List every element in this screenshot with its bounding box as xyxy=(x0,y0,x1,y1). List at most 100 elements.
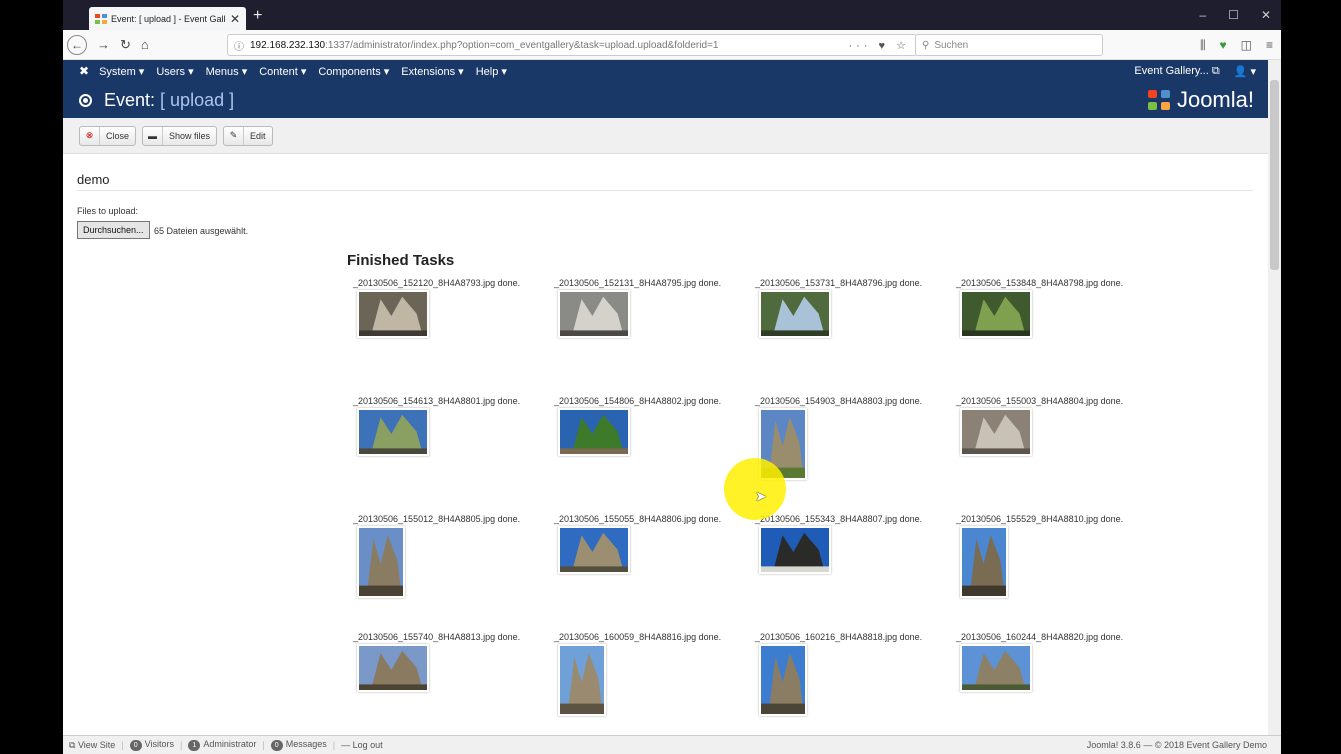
admin-menu: ✖ System ▾ Users ▾ Menus ▾ Content ▾ Com… xyxy=(63,60,1268,82)
admin-menu-right: Event Gallery... ⧉ 👤 ▾ xyxy=(1134,65,1256,78)
cancel-icon: ⊗ xyxy=(80,126,100,145)
task-filename: _20130506_155003_8H4A8804.jpg done. xyxy=(956,396,1124,406)
tab-close-icon[interactable]: ✕ xyxy=(230,12,240,26)
task-item: _20130506_153731_8H4A8796.jpg done. xyxy=(755,278,945,338)
messages-status[interactable]: 0 Messages xyxy=(270,739,327,751)
page-subtitle: [ upload ] xyxy=(160,89,235,110)
browser-tabstrip: Event: [ upload ] - Event Galler ✕ + – ☐… xyxy=(63,0,1281,30)
minimize-icon[interactable]: – xyxy=(1199,8,1206,22)
task-item: _20130506_152131_8H4A8795.jpg done. xyxy=(554,278,744,338)
edit-button[interactable]: ✎ Edit xyxy=(223,125,273,146)
url-path: :1337/administrator/index.php?option=com… xyxy=(325,39,719,51)
task-thumbnail[interactable] xyxy=(960,290,1032,338)
url-bar[interactable]: ⓘ 192.168.232.130 :1337/administrator/in… xyxy=(227,34,917,56)
menu-extensions[interactable]: Extensions ▾ xyxy=(401,65,463,78)
reload-icon[interactable]: ↻ xyxy=(120,37,131,53)
maximize-icon[interactable]: ☐ xyxy=(1228,8,1239,22)
task-thumbnail[interactable] xyxy=(960,526,1008,598)
page-actions-icon[interactable]: ··· ♥ ☆ xyxy=(849,39,911,52)
close-button[interactable]: ⊗ Close xyxy=(79,125,137,146)
menu-system[interactable]: System ▾ xyxy=(99,65,144,78)
library-icon[interactable]: ⫼ xyxy=(1200,38,1206,53)
task-item: _20130506_160216_8H4A8818.jpg done. xyxy=(755,632,945,716)
back-icon[interactable]: ← xyxy=(67,34,87,55)
browser-navbar: ← → ↻ ⌂ ⓘ 192.168.232.130 :1337/administ… xyxy=(63,30,1281,60)
site-link[interactable]: Event Gallery... ⧉ xyxy=(1134,65,1219,78)
menu-users[interactable]: Users ▾ xyxy=(156,65,193,78)
task-item: _20130506_155012_8H4A8805.jpg done. xyxy=(353,514,543,598)
info-icon[interactable]: ⓘ xyxy=(234,38,244,53)
sidebar-icon[interactable]: ◫ xyxy=(1241,38,1252,53)
task-item: _20130506_155740_8H4A8813.jpg done. xyxy=(353,632,543,692)
view-site-link[interactable]: ⧉ View Site xyxy=(69,740,115,751)
folder-name: demo xyxy=(77,172,110,187)
screen: Event: [ upload ] - Event Galler ✕ + – ☐… xyxy=(63,0,1281,754)
show-files-button[interactable]: ▬ Show files xyxy=(142,125,218,146)
task-item: _20130506_155529_8H4A8810.jpg done. xyxy=(956,514,1146,598)
home-icon[interactable]: ⌂ xyxy=(141,37,149,52)
edit-icon: ✎ xyxy=(224,126,245,145)
search-input[interactable]: ⚲ Suchen xyxy=(915,34,1103,56)
joomla-menu-logo-icon[interactable]: ✖ xyxy=(79,64,89,78)
user-menu[interactable]: 👤 ▾ xyxy=(1234,65,1256,78)
new-tab-icon[interactable]: + xyxy=(253,7,262,25)
page-scrollbar[interactable] xyxy=(1268,60,1281,735)
task-filename: _20130506_155055_8H4A8806.jpg done. xyxy=(554,514,722,524)
menu-components[interactable]: Components ▾ xyxy=(318,65,389,78)
task-filename: _20130506_155529_8H4A8810.jpg done. xyxy=(956,514,1124,524)
files-to-upload-label: Files to upload: xyxy=(77,206,139,216)
task-filename: _20130506_160244_8H4A8820.jpg done. xyxy=(956,632,1124,642)
task-item: _20130506_155343_8H4A8807.jpg done. xyxy=(755,514,945,574)
browser-tab[interactable]: Event: [ upload ] - Event Galler ✕ xyxy=(89,7,246,30)
task-thumbnail[interactable] xyxy=(558,526,630,574)
finished-tasks-heading: Finished Tasks xyxy=(347,252,455,269)
forward-icon[interactable]: → xyxy=(97,37,110,52)
logout-link[interactable]: — Log out xyxy=(341,740,383,750)
scrollbar-thumb[interactable] xyxy=(1270,80,1279,270)
menu-icon[interactable]: ≡ xyxy=(1266,38,1273,53)
visitors-badge: 0 xyxy=(129,740,142,751)
menu-help[interactable]: Help ▾ xyxy=(476,65,507,78)
browse-button[interactable]: Durchsuchen... xyxy=(77,221,150,239)
search-placeholder: Suchen xyxy=(934,39,969,51)
folder-icon: ▬ xyxy=(143,126,164,145)
task-thumbnail[interactable] xyxy=(558,408,630,456)
administrator-status[interactable]: 1 Administrator xyxy=(188,739,256,751)
task-thumbnail[interactable] xyxy=(759,644,807,716)
task-thumbnail[interactable] xyxy=(558,644,606,716)
task-thumbnail[interactable] xyxy=(357,290,429,338)
external-link-icon: ⧉ xyxy=(1211,64,1220,77)
menu-menus[interactable]: Menus ▾ xyxy=(206,65,248,78)
task-thumbnail[interactable] xyxy=(759,526,831,574)
task-thumbnail[interactable] xyxy=(357,408,429,456)
task-filename: _20130506_153731_8H4A8796.jpg done. xyxy=(755,278,923,288)
main-content: demo Files to upload: Durchsuchen... 65 … xyxy=(63,154,1268,734)
task-thumbnail[interactable] xyxy=(759,290,831,338)
version-text: Joomla! 3.8.6 — © 2018 Event Gallery Dem… xyxy=(1086,740,1267,750)
task-item: _20130506_152120_8H4A8793.jpg done. xyxy=(353,278,543,338)
task-thumbnail[interactable] xyxy=(960,644,1032,692)
user-icon: 👤 xyxy=(1233,65,1248,78)
task-filename: _20130506_152131_8H4A8795.jpg done. xyxy=(554,278,722,288)
task-filename: _20130506_154613_8H4A8801.jpg done. xyxy=(353,396,521,406)
task-item: _20130506_154613_8H4A8801.jpg done. xyxy=(353,396,543,456)
window-close-icon[interactable]: ✕ xyxy=(1261,8,1271,22)
shield-icon[interactable]: ♥ xyxy=(1220,38,1227,53)
task-thumbnail[interactable] xyxy=(357,644,429,692)
minus-icon: — xyxy=(341,740,351,750)
task-filename: _20130506_153848_8H4A8798.jpg done. xyxy=(956,278,1124,288)
task-item: _20130506_154806_8H4A8802.jpg done. xyxy=(554,396,744,456)
joomla-favicon-icon xyxy=(95,13,107,24)
task-filename: _20130506_152120_8H4A8793.jpg done. xyxy=(353,278,521,288)
task-thumbnail[interactable] xyxy=(357,526,405,598)
visitors-status[interactable]: 0 Visitors xyxy=(129,739,174,751)
browser-toolbar-icons: ⫼ ♥ ◫ ≡ xyxy=(1200,38,1273,53)
tab-title: Event: [ upload ] - Event Galler xyxy=(111,13,226,24)
menu-content[interactable]: Content ▾ xyxy=(259,65,306,78)
page-header: Event: [ upload ] Joomla! xyxy=(63,82,1268,118)
task-thumbnail[interactable] xyxy=(558,290,630,338)
brand-text: Joomla! xyxy=(1176,87,1254,112)
toolbar: ⊗ Close ▬ Show files ✎ Edit xyxy=(63,118,1268,154)
task-item: _20130506_160059_8H4A8816.jpg done. xyxy=(554,632,744,716)
task-thumbnail[interactable] xyxy=(960,408,1032,456)
